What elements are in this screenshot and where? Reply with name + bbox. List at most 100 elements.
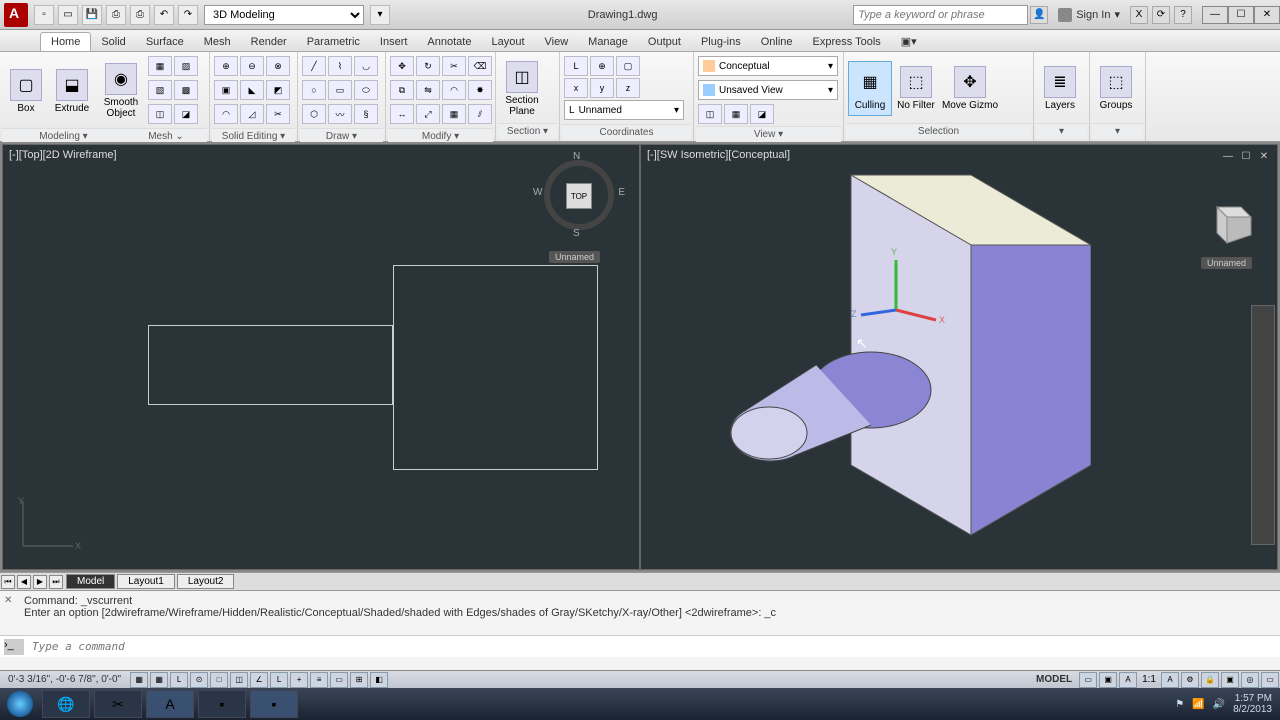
- panel-label[interactable]: ▾: [1092, 123, 1143, 139]
- spline-icon[interactable]: 〰: [328, 104, 352, 124]
- layout-tab-1[interactable]: Layout1: [117, 574, 175, 589]
- box-button[interactable]: ▢Box: [4, 69, 48, 114]
- layers-button[interactable]: ≣Layers: [1038, 66, 1082, 111]
- taskbar-app-icon[interactable]: ▪: [250, 690, 298, 718]
- command-input[interactable]: [28, 640, 1280, 653]
- ucs-y-icon[interactable]: y: [590, 78, 614, 98]
- tab-online[interactable]: Online: [751, 33, 803, 51]
- tab-plugins[interactable]: Plug-ins: [691, 33, 751, 51]
- line-icon[interactable]: ╱: [302, 56, 326, 76]
- polyline-icon[interactable]: ⌇: [328, 56, 352, 76]
- explode-icon[interactable]: ✸: [468, 80, 492, 100]
- view-tool-icon[interactable]: ◪: [750, 104, 774, 124]
- viewcube-face[interactable]: TOP: [566, 183, 592, 209]
- space-toggle[interactable]: MODEL: [1030, 674, 1078, 685]
- tab-annotate[interactable]: Annotate: [417, 33, 481, 51]
- tab-solid[interactable]: Solid: [91, 33, 135, 51]
- tab-manage[interactable]: Manage: [578, 33, 638, 51]
- tray-volume-icon[interactable]: 🔊: [1213, 699, 1225, 710]
- ucs-face-icon[interactable]: ▢: [616, 56, 640, 76]
- clock[interactable]: 1:57 PM 8/2/2013: [1233, 693, 1272, 715]
- ucs-x-icon[interactable]: x: [564, 78, 588, 98]
- tab-express[interactable]: Express Tools: [803, 33, 891, 51]
- panel-label[interactable]: ▾: [1036, 123, 1087, 139]
- tab-insert[interactable]: Insert: [370, 33, 418, 51]
- copy-icon[interactable]: ⧉: [390, 80, 414, 100]
- layout-first-icon[interactable]: ⏮: [1, 575, 15, 589]
- navigation-bar[interactable]: [1251, 305, 1275, 545]
- slice-icon[interactable]: ✂: [266, 104, 290, 124]
- minimize-button[interactable]: —: [1202, 6, 1228, 24]
- sc-toggle[interactable]: ◧: [370, 672, 388, 688]
- vp-close-icon[interactable]: ✕: [1257, 149, 1271, 163]
- ucs-named-combo[interactable]: LUnnamed▾: [564, 100, 684, 120]
- qat-saveas-icon[interactable]: ⎙: [106, 5, 126, 25]
- qat-new-icon[interactable]: ▫: [34, 5, 54, 25]
- rotate-icon[interactable]: ↻: [416, 56, 440, 76]
- arc-icon[interactable]: ◡: [354, 56, 378, 76]
- annovis-icon[interactable]: A: [1161, 672, 1179, 688]
- viewcube[interactable]: Unnamed: [1197, 195, 1257, 255]
- tab-surface[interactable]: Surface: [136, 33, 194, 51]
- rectangle-icon[interactable]: ▭: [328, 80, 352, 100]
- exchange-icon[interactable]: X: [1130, 6, 1148, 24]
- offset-icon[interactable]: ⫽: [468, 104, 492, 124]
- vp-maximize-icon[interactable]: ☐: [1239, 149, 1253, 163]
- tab-output[interactable]: Output: [638, 33, 691, 51]
- move-icon[interactable]: ✥: [390, 56, 414, 76]
- layout-prev-icon[interactable]: ◀: [17, 575, 31, 589]
- fillet-icon[interactable]: ◠: [442, 80, 466, 100]
- close-button[interactable]: ✕: [1254, 6, 1280, 24]
- mesh-tool-icon[interactable]: ▦: [148, 56, 172, 76]
- erase-icon[interactable]: ⌫: [468, 56, 492, 76]
- signin-button[interactable]: Sign In ▾: [1058, 8, 1120, 22]
- section-plane-button[interactable]: ◫Section Plane: [500, 61, 544, 117]
- fillet-edge-icon[interactable]: ◠: [214, 104, 238, 124]
- isolate-icon[interactable]: ◎: [1241, 672, 1259, 688]
- mesh-tool-icon[interactable]: ▧: [148, 80, 172, 100]
- command-prompt-icon[interactable]: ›_: [4, 639, 24, 655]
- grid-toggle[interactable]: ▦: [150, 672, 168, 688]
- ortho-toggle[interactable]: L: [170, 672, 188, 688]
- array-icon[interactable]: ▦: [442, 104, 466, 124]
- layout-tab-2[interactable]: Layout2: [177, 574, 235, 589]
- ducs-toggle[interactable]: L: [270, 672, 288, 688]
- helix-icon[interactable]: §: [354, 104, 378, 124]
- layout-tab-model[interactable]: Model: [66, 574, 115, 589]
- quickview-layouts-icon[interactable]: ▭: [1079, 672, 1097, 688]
- stay-connected-icon[interactable]: ⟳: [1152, 6, 1170, 24]
- chamfer-edge-icon[interactable]: ◿: [240, 104, 264, 124]
- viewcube-tag[interactable]: Unnamed: [1201, 257, 1252, 269]
- mesh-tool-icon[interactable]: ◫: [148, 104, 172, 124]
- ucs-icon[interactable]: L: [564, 56, 588, 76]
- qat-open-icon[interactable]: ▭: [58, 5, 78, 25]
- trim-icon[interactable]: ✂: [442, 56, 466, 76]
- tab-mesh[interactable]: Mesh: [194, 33, 241, 51]
- mesh-tool-icon[interactable]: ▩: [174, 80, 198, 100]
- vp-minimize-icon[interactable]: —: [1221, 149, 1235, 163]
- tray-flag-icon[interactable]: ⚑: [1175, 699, 1184, 710]
- qat-more-icon[interactable]: ▾: [370, 5, 390, 25]
- viewcube[interactable]: TOP N S W E Unnamed: [539, 155, 619, 235]
- extrude-face-icon[interactable]: ▣: [214, 80, 238, 100]
- ribbon-collapse-icon[interactable]: ▣▾: [891, 32, 927, 51]
- tray-network-icon[interactable]: 📶: [1192, 699, 1204, 710]
- help-icon[interactable]: ?: [1174, 6, 1192, 24]
- tab-parametric[interactable]: Parametric: [297, 33, 370, 51]
- layout-last-icon[interactable]: ⏭: [49, 575, 63, 589]
- subtract-icon[interactable]: ⊖: [240, 56, 264, 76]
- smooth-button[interactable]: ◉Smooth Object: [96, 63, 146, 119]
- qp-toggle[interactable]: ⊞: [350, 672, 368, 688]
- taskbar-autocad-icon[interactable]: A: [146, 690, 194, 718]
- start-button[interactable]: [0, 688, 40, 720]
- coordinates-readout[interactable]: 0'-3 3/16", -0'-6 7/8", 0'-0": [0, 674, 129, 685]
- osnap-toggle[interactable]: □: [210, 672, 228, 688]
- system-tray[interactable]: ⚑ 📶 🔊 1:57 PM 8/2/2013: [1167, 693, 1280, 715]
- mesh-tool-icon[interactable]: ◪: [174, 104, 198, 124]
- shell-icon[interactable]: ◩: [266, 80, 290, 100]
- union-icon[interactable]: ⊕: [214, 56, 238, 76]
- tab-render[interactable]: Render: [241, 33, 297, 51]
- groups-button[interactable]: ⬚Groups: [1094, 66, 1138, 111]
- otrack-toggle[interactable]: ∠: [250, 672, 268, 688]
- 3dosnap-toggle[interactable]: ◫: [230, 672, 248, 688]
